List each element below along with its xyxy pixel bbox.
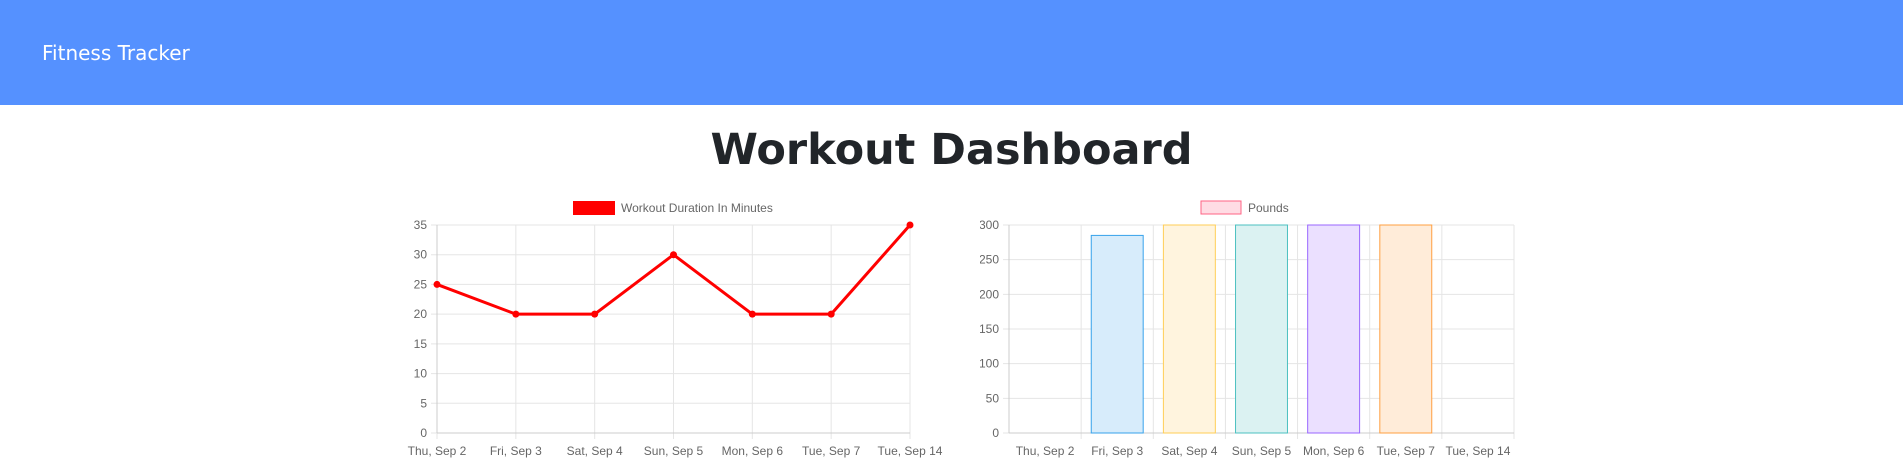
bar-sun-sep-5[interactable] bbox=[1235, 224, 1288, 434]
chart-legend: Pounds bbox=[1200, 200, 1289, 215]
legend-swatch[interactable] bbox=[573, 201, 615, 215]
x-tick-label: Thu, Sep 2 bbox=[408, 444, 467, 458]
bar-tue-sep-7[interactable] bbox=[1379, 224, 1433, 434]
data-point-sun-sep-5[interactable] bbox=[670, 251, 677, 259]
x-tick-label: Mon, Sep 6 bbox=[722, 444, 784, 458]
y-tick-label: 300 bbox=[980, 218, 999, 232]
y-tick-label: 0 bbox=[420, 426, 427, 440]
pounds-chart: Pounds 0 50 100 150 200 250 300 Thu, Sep 2 Fri, S… bbox=[980, 200, 1515, 458]
x-tick-label: Sun, Sep 5 bbox=[644, 444, 704, 458]
legend-label: Workout Duration In Minutes bbox=[621, 201, 773, 215]
brand-link[interactable]: Fitness Tracker bbox=[42, 41, 190, 65]
x-tick-label: Mon, Sep 6 bbox=[1303, 444, 1365, 458]
y-tick-label: 35 bbox=[414, 218, 428, 232]
x-tick-label: Tue, Sep 7 bbox=[802, 444, 861, 458]
x-tick-label: Sun, Sep 5 bbox=[1232, 444, 1292, 458]
y-tick-label: 30 bbox=[414, 248, 428, 262]
y-tick-label: 100 bbox=[980, 357, 999, 371]
x-tick-label: Fri, Sep 3 bbox=[490, 444, 542, 458]
data-point-sat-sep-4[interactable] bbox=[591, 310, 599, 318]
x-tick-label: Thu, Sep 2 bbox=[1016, 444, 1075, 458]
legend-swatch[interactable] bbox=[1200, 200, 1242, 215]
data-point-fri-sep-3[interactable] bbox=[512, 310, 520, 318]
x-tick-label: Fri, Sep 3 bbox=[1091, 444, 1143, 458]
y-tick-label: 50 bbox=[986, 391, 1000, 405]
y-tick-label: 25 bbox=[414, 277, 428, 291]
x-tick-label: Sat, Sep 4 bbox=[567, 444, 623, 458]
y-tick-label: 250 bbox=[980, 253, 999, 267]
y-tick-label: 10 bbox=[414, 367, 428, 381]
data-point-tue-sep-7[interactable] bbox=[827, 310, 835, 318]
bar-mon-sep-6[interactable] bbox=[1307, 224, 1361, 434]
bar-sat-sep-4[interactable] bbox=[1162, 224, 1216, 434]
chart-legend: Workout Duration In Minutes bbox=[573, 201, 773, 215]
y-tick-label: 200 bbox=[980, 287, 999, 301]
bar-fri-sep-3[interactable] bbox=[1090, 234, 1144, 434]
page-title: Workout Dashboard bbox=[710, 125, 1193, 175]
y-tick-label: 5 bbox=[420, 396, 427, 410]
x-tick-label: Tue, Sep 14 bbox=[878, 444, 943, 458]
data-point-tue-sep-14[interactable] bbox=[906, 221, 914, 229]
y-tick-label: 150 bbox=[980, 322, 999, 336]
y-tick-label: 0 bbox=[992, 426, 999, 440]
data-point-mon-sep-6[interactable] bbox=[748, 310, 756, 318]
data-point-thu-sep-2[interactable] bbox=[433, 280, 441, 288]
y-tick-label: 20 bbox=[414, 307, 428, 321]
navbar: Fitness Tracker bbox=[0, 0, 1903, 105]
workout-duration-chart: Workout Duration In Minutes 0 5 10 15 20 25 30 3… bbox=[408, 201, 943, 458]
x-tick-label: Sat, Sep 4 bbox=[1161, 444, 1217, 458]
y-tick-label: 15 bbox=[414, 337, 428, 351]
x-tick-label: Tue, Sep 7 bbox=[1377, 444, 1436, 458]
x-tick-label: Tue, Sep 14 bbox=[1445, 444, 1510, 458]
legend-label: Pounds bbox=[1248, 201, 1289, 215]
